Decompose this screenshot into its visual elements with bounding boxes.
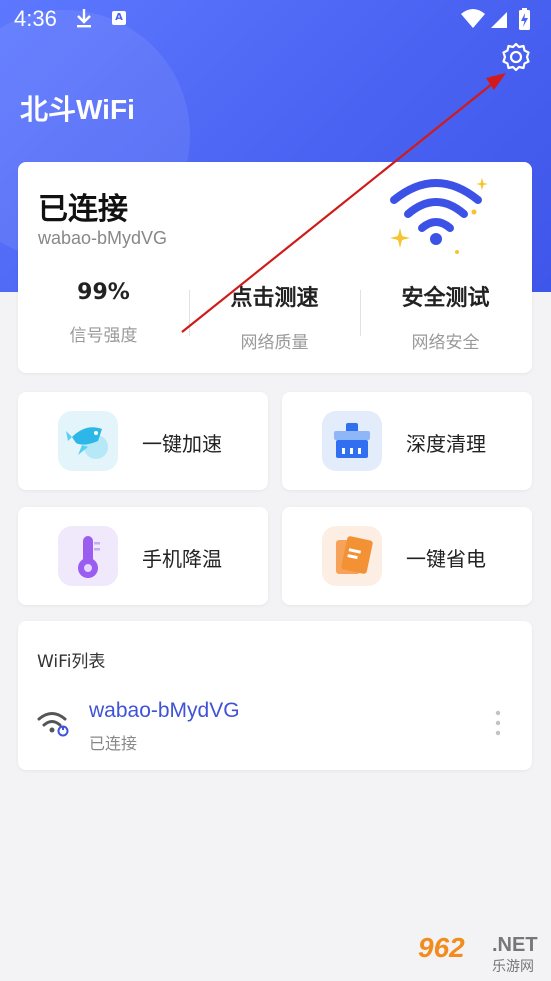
more-options-icon[interactable]	[492, 709, 504, 737]
signal-icon	[491, 12, 507, 28]
feature-power-save-label: 一键省电	[406, 547, 486, 571]
stat-signal: 99% 信号强度	[18, 280, 189, 346]
stat-speed-test[interactable]: 点击测速 网络质量	[189, 280, 360, 353]
power-icon-tile	[322, 526, 382, 586]
wifi-list-title: WiFi列表	[37, 652, 106, 672]
feature-cool-down[interactable]: 手机降温	[18, 507, 268, 605]
wifi-list-card: WiFi列表 wabao-bMydVG 已连接	[18, 621, 532, 770]
stat-security-test-value[interactable]: 安全测试	[360, 280, 531, 312]
watermark-cn: 乐游网	[492, 959, 534, 975]
connected-ssid: wabao-bMydVG	[38, 228, 168, 248]
notification-icon: A	[112, 11, 126, 25]
wifi-item-status: 已连接	[89, 734, 138, 753]
stat-signal-label: 信号强度	[69, 326, 138, 346]
stat-speed-test-label: 网络质量	[240, 333, 309, 353]
cool-icon-tile	[58, 526, 118, 586]
watermark-suffix: .NET	[492, 934, 538, 956]
status-bar: 4:36 A	[0, 0, 551, 40]
feature-deep-clean-label: 深度清理	[406, 432, 486, 456]
boost-icon-tile	[58, 411, 118, 471]
feature-deep-clean[interactable]: 深度清理	[282, 392, 532, 490]
wifi-signal-icon	[37, 712, 69, 737]
watermark-number: 962	[418, 932, 465, 963]
connection-status-title: 已连接	[38, 192, 128, 227]
feature-cool-down-label: 手机降温	[142, 547, 222, 571]
rocket-fish-icon	[66, 427, 108, 459]
wifi-illustration-icon	[390, 178, 488, 254]
stat-security-test[interactable]: 安全测试 网络安全	[360, 280, 531, 353]
thermometer-icon	[78, 536, 100, 578]
feature-power-save[interactable]: 一键省电	[282, 507, 532, 605]
feature-boost-label: 一键加速	[142, 432, 222, 456]
watermark-logo: 962 .NET 乐游网	[412, 930, 548, 976]
download-icon	[77, 9, 91, 28]
status-icons	[461, 8, 530, 30]
clean-icon-tile	[322, 411, 382, 471]
stat-signal-value: 99%	[77, 280, 130, 305]
settings-gear-icon[interactable]	[496, 38, 536, 78]
battery-save-icon	[336, 536, 373, 574]
stat-security-test-label: 网络安全	[411, 333, 480, 353]
broom-icon	[334, 423, 370, 458]
wifi-item-ssid: wabao-bMydVG	[89, 699, 240, 722]
app-title: 北斗WiFi	[20, 94, 135, 125]
connection-card: 已连接 wabao-bMydVG 99% 信号强度 点击测速 网络质量 安全测试…	[18, 162, 532, 373]
stat-speed-test-value[interactable]: 点击测速	[189, 280, 360, 312]
feature-boost[interactable]: 一键加速	[18, 392, 268, 490]
wifi-status-icon	[461, 9, 485, 28]
status-time: 4:36	[14, 6, 57, 31]
